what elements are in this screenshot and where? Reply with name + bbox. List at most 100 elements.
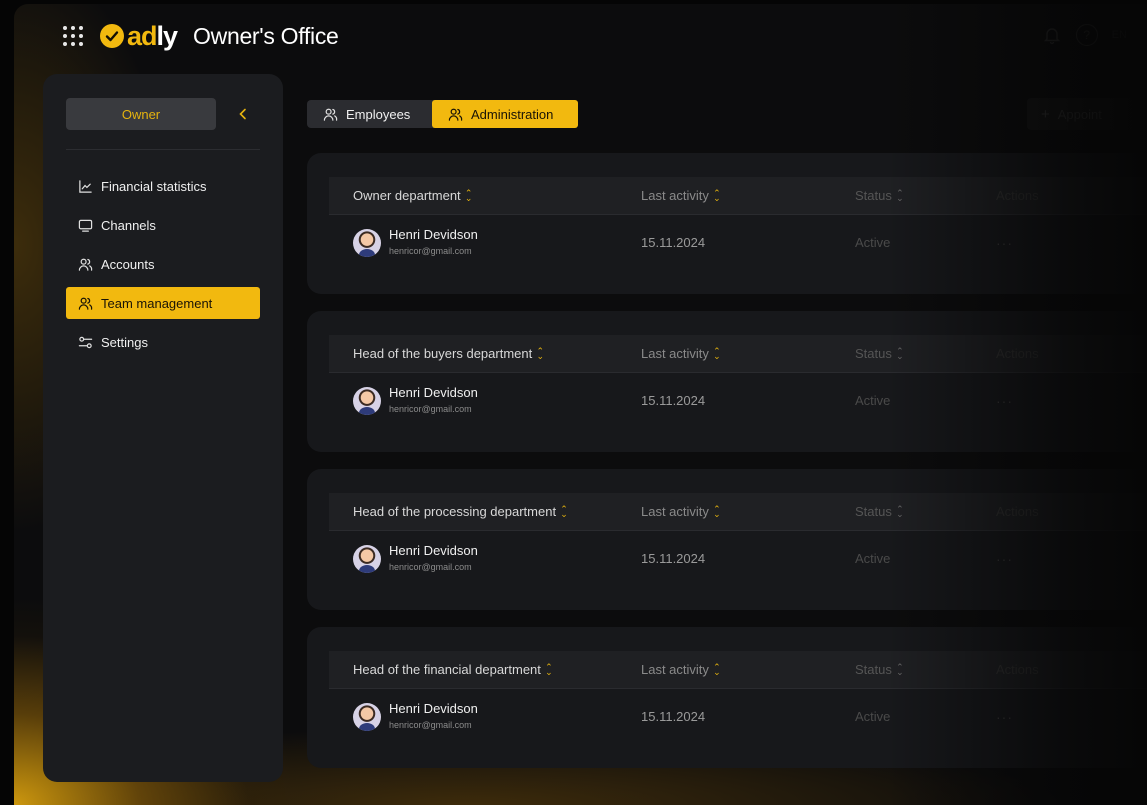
- chevron-left-icon: [239, 108, 246, 120]
- sidebar-item-team-management[interactable]: Team management: [66, 287, 260, 319]
- users-icon: [448, 108, 463, 121]
- member-email: henricor@gmail.com: [389, 246, 472, 256]
- status-text: Active: [855, 709, 891, 724]
- sidebar-item-label: Accounts: [101, 256, 155, 272]
- column-actions: Actions: [996, 188, 1039, 203]
- apps-grid-icon[interactable]: [62, 25, 84, 47]
- table-header: Head of the financial department ⌃ ⌄ Last …: [329, 651, 1147, 689]
- member-email: henricor@gmail.com: [389, 562, 472, 572]
- sidebar-item-financial-statistics[interactable]: Financial statistics: [66, 170, 260, 202]
- profile-icon[interactable]: ?: [1075, 24, 1098, 46]
- top-bar: adly Owner's Office: [62, 20, 339, 52]
- status-text: Active: [855, 551, 891, 566]
- more-actions-icon[interactable]: ···: [996, 373, 1013, 428]
- tab-administration[interactable]: Administration: [432, 100, 578, 128]
- column-last-activity[interactable]: Last activity ⌃ ⌄: [641, 493, 721, 530]
- member-name: Henri Devidson: [389, 385, 478, 400]
- more-actions-icon[interactable]: ···: [996, 215, 1013, 270]
- member-name: Henri Devidson: [389, 227, 478, 242]
- logo[interactable]: adly: [100, 20, 178, 52]
- sort-icon: ⌃ ⌄: [560, 503, 568, 519]
- sidebar-item-label: Financial statistics: [101, 178, 207, 194]
- sort-icon: ⌃ ⌄: [536, 345, 544, 361]
- chart-icon: [79, 179, 92, 193]
- bell-icon[interactable]: [1042, 25, 1062, 45]
- table-header: Head of the buyers department ⌃ ⌄ Last act…: [329, 335, 1147, 373]
- last-activity-date: 15.11.2024: [641, 393, 706, 408]
- last-activity-date: 15.11.2024: [641, 551, 706, 566]
- column-department[interactable]: Owner department ⌃ ⌄: [353, 177, 473, 214]
- department-card: Head of the processing department ⌃ ⌄ Last…: [307, 469, 1147, 610]
- last-activity-date: 15.11.2024: [641, 235, 706, 250]
- column-actions: Actions: [996, 504, 1039, 519]
- avatar[interactable]: [353, 229, 381, 257]
- users-icon: [78, 297, 93, 310]
- sidebar-item-accounts[interactable]: Accounts: [66, 248, 260, 280]
- column-status[interactable]: Status ⌃ ⌄: [855, 335, 904, 372]
- member-name: Henri Devidson: [389, 701, 478, 716]
- column-department[interactable]: Head of the financial department ⌃ ⌄: [353, 651, 553, 688]
- table-header: Owner department ⌃ ⌄ Last activity ⌃ ⌄ Statu…: [329, 177, 1147, 215]
- department-card: Head of the buyers department ⌃ ⌄ Last act…: [307, 311, 1147, 452]
- sidebar-item-settings[interactable]: Settings: [66, 326, 260, 358]
- tab-employees[interactable]: Employees: [307, 100, 426, 128]
- avatar[interactable]: [353, 703, 381, 731]
- logo-text: adly: [127, 20, 178, 51]
- table-row: Henri Devidson henricor@gmail.com 15.11.…: [329, 215, 1147, 270]
- sidebar: Owner Financial statistics Channels Acco…: [43, 74, 283, 782]
- sort-icon: ⌃ ⌄: [713, 187, 721, 203]
- sort-icon: ⌃ ⌄: [896, 187, 904, 203]
- column-status[interactable]: Status ⌃ ⌄: [855, 651, 904, 688]
- avatar[interactable]: [353, 387, 381, 415]
- plus-icon: +: [1041, 105, 1050, 123]
- status-text: Active: [855, 235, 891, 250]
- sort-icon: ⌃ ⌄: [545, 661, 553, 677]
- column-status[interactable]: Status ⌃ ⌄: [855, 177, 904, 214]
- more-actions-icon[interactable]: ···: [996, 531, 1013, 586]
- column-status[interactable]: Status ⌃ ⌄: [855, 493, 904, 530]
- language-switch[interactable]: EN: [1112, 29, 1127, 41]
- table-row: Henri Devidson henricor@gmail.com 15.11.…: [329, 373, 1147, 428]
- column-actions: Actions: [996, 346, 1039, 361]
- sort-icon: ⌃ ⌄: [896, 503, 904, 519]
- column-last-activity[interactable]: Last activity ⌃ ⌄: [641, 651, 721, 688]
- sort-icon: ⌃ ⌄: [464, 187, 473, 203]
- table-header: Head of the processing department ⌃ ⌄ Last…: [329, 493, 1147, 531]
- sort-icon: ⌃ ⌄: [713, 661, 721, 677]
- department-card: Owner department ⌃ ⌄ Last activity ⌃ ⌄ Statu…: [307, 153, 1147, 294]
- sort-icon: ⌃ ⌄: [713, 503, 721, 519]
- avatar[interactable]: [353, 545, 381, 573]
- column-last-activity[interactable]: Last activity ⌃ ⌄: [641, 335, 721, 372]
- sidebar-item-label: Settings: [101, 334, 148, 350]
- more-actions-icon[interactable]: ···: [996, 689, 1013, 744]
- table-row: Henri Devidson henricor@gmail.com 15.11.…: [329, 531, 1147, 586]
- sort-icon: ⌃ ⌄: [896, 345, 904, 361]
- users-icon: [323, 108, 338, 121]
- appoint-button-label: Appoint: [1057, 106, 1102, 122]
- collapse-sidebar-button[interactable]: [228, 98, 258, 130]
- member-email: henricor@gmail.com: [389, 720, 472, 730]
- appoint-button[interactable]: + Appoint: [1027, 98, 1137, 130]
- users-icon: [78, 258, 93, 271]
- department-card: Head of the financial department ⌃ ⌄ Last …: [307, 627, 1147, 768]
- sidebar-nav: Financial statistics Channels Accounts T…: [66, 170, 260, 365]
- monitor-icon: [78, 219, 93, 232]
- sort-icon: ⌃ ⌄: [896, 661, 904, 677]
- tab-label: Administration: [471, 106, 554, 122]
- status-text: Active: [855, 393, 891, 408]
- tab-bar: Employees Administration: [307, 100, 578, 128]
- column-last-activity[interactable]: Last activity ⌃ ⌄: [641, 177, 721, 214]
- last-activity-date: 15.11.2024: [641, 709, 706, 724]
- table-row: Henri Devidson henricor@gmail.com 15.11.…: [329, 689, 1147, 744]
- tab-label: Employees: [346, 106, 411, 122]
- header-actions: ? EN: [1042, 24, 1127, 46]
- column-department[interactable]: Head of the buyers department ⌃ ⌄: [353, 335, 544, 372]
- sidebar-item-channels[interactable]: Channels: [66, 209, 260, 241]
- divider: [66, 149, 260, 150]
- column-department[interactable]: Head of the processing department ⌃ ⌄: [353, 493, 568, 530]
- member-email: henricor@gmail.com: [389, 404, 472, 414]
- role-selector[interactable]: Owner: [66, 98, 216, 130]
- page-title: Owner's Office: [193, 22, 339, 49]
- sidebar-item-label: Team management: [101, 295, 213, 311]
- column-actions: Actions: [996, 662, 1039, 677]
